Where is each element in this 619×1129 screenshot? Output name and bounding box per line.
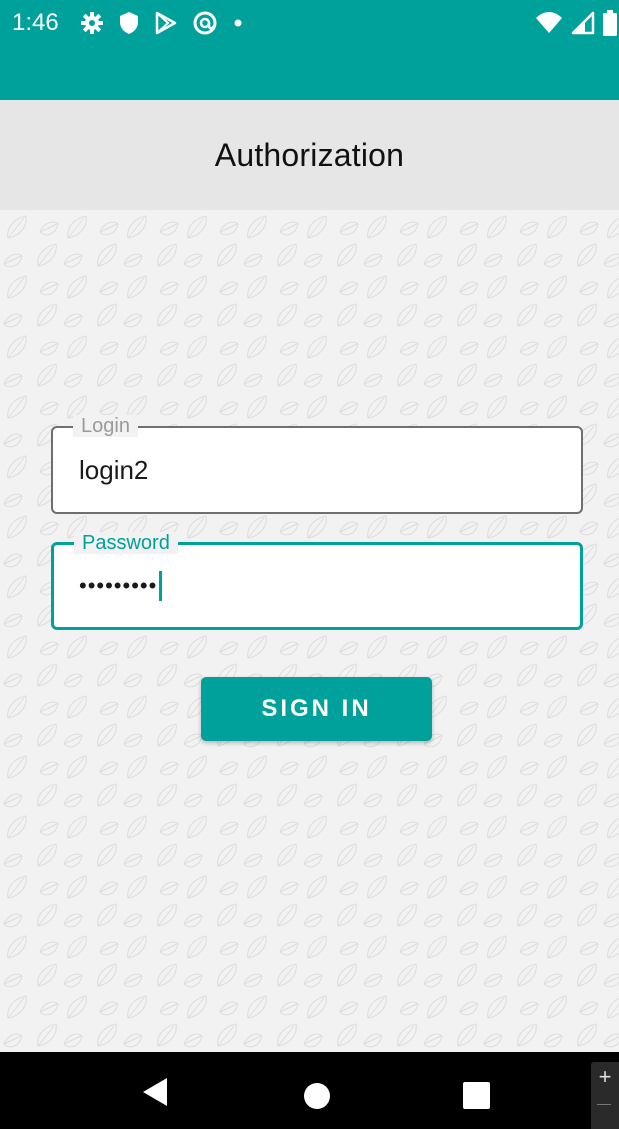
page-title: Authorization	[214, 136, 405, 173]
zoom-controls: +	[591, 1062, 619, 1129]
sign-in-button[interactable]: SIGN IN	[201, 677, 432, 741]
status-bar: 1:46	[0, 0, 619, 100]
password-field[interactable]: Password •••••••••	[51, 532, 583, 630]
battery-icon	[603, 10, 617, 36]
zoom-in-button[interactable]: +	[591, 1064, 619, 1090]
login-field[interactable]: Login login2	[51, 415, 583, 514]
status-icons-left	[80, 10, 244, 36]
status-time: 1:46	[12, 9, 59, 36]
login-label: Login	[73, 415, 138, 437]
status-icons-right	[535, 10, 617, 36]
leaf-pattern-background	[0, 210, 619, 1052]
home-icon[interactable]	[303, 1082, 331, 1115]
dot-icon	[232, 11, 244, 35]
back-icon[interactable]	[141, 1076, 169, 1113]
shield-icon	[118, 11, 140, 35]
play-store-icon	[154, 11, 178, 35]
password-label: Password	[74, 532, 178, 554]
gear-icon	[80, 11, 104, 35]
authorization-screen: 1:46 Authorization Login login2 Password…	[0, 0, 619, 1129]
password-value: •••••••••	[79, 573, 158, 598]
text-cursor	[159, 571, 163, 601]
password-value-wrap[interactable]: •••••••••	[79, 568, 163, 604]
wifi-icon	[535, 11, 563, 35]
title-bar: Authorization	[0, 100, 619, 210]
login-value[interactable]: login2	[79, 452, 148, 488]
recents-icon[interactable]	[463, 1082, 490, 1114]
at-sign-icon	[192, 10, 218, 36]
signal-icon	[571, 11, 595, 35]
navigation-bar	[0, 1052, 619, 1129]
zoom-out-button[interactable]	[597, 1104, 611, 1105]
